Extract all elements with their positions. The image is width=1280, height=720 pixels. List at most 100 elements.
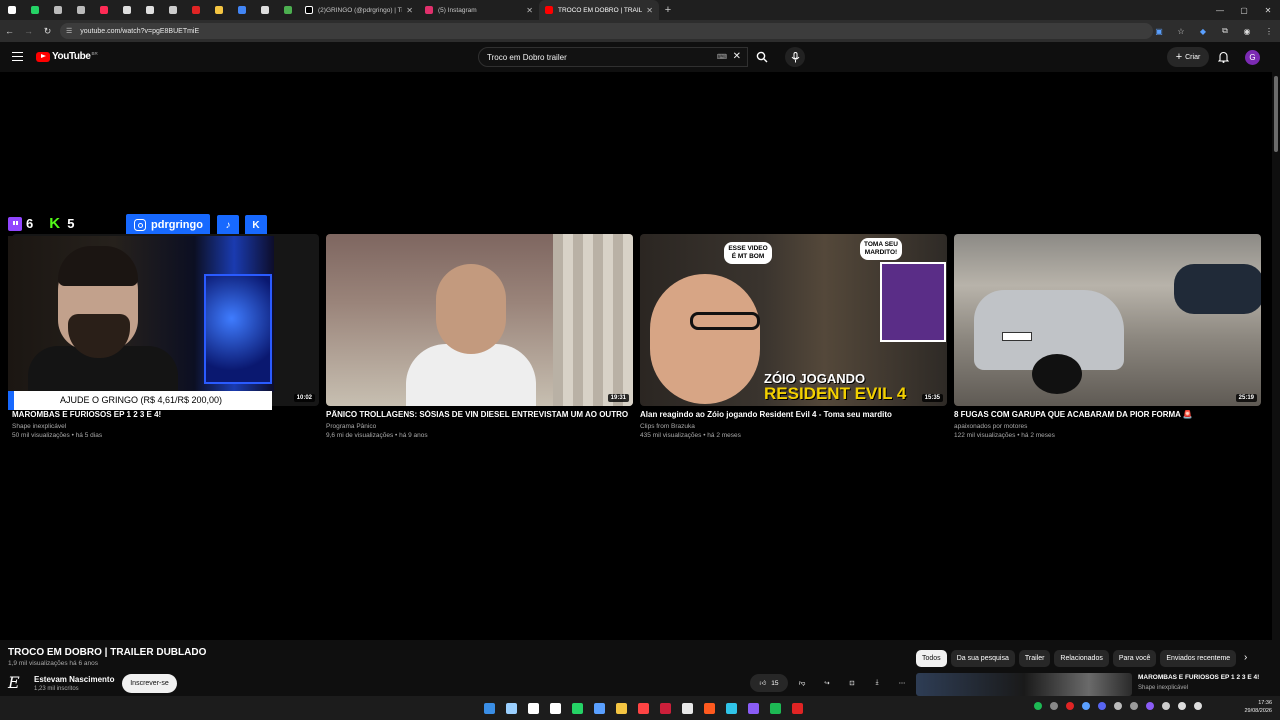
close-icon[interactable]: ✕ xyxy=(406,6,413,15)
download-button[interactable]: ⤓ xyxy=(866,674,888,692)
tab-tiktok[interactable]: (2)GRINGO (@pdrgringo) | TikTok ✕ xyxy=(299,0,419,20)
pinned-tab[interactable] xyxy=(184,0,207,20)
up-next-title[interactable]: MAROMBAS E FURIOSOS EP 1 2 3 E 4! xyxy=(1138,674,1259,681)
tray-icon[interactable] xyxy=(1098,702,1106,710)
notifications-button[interactable] xyxy=(1216,50,1230,64)
video-card[interactable]: 25:19 8 FUGAS COM GARUPA QUE ACABARAM DA… xyxy=(954,234,1261,440)
keyboard-icon[interactable]: ⌨ xyxy=(717,53,727,61)
filter-chip[interactable]: Enviados recenteme xyxy=(1160,650,1237,667)
close-icon[interactable]: ✕ xyxy=(646,6,653,15)
channel-name[interactable]: Clips from Brazuka xyxy=(640,422,947,431)
taskbar-app-icon[interactable] xyxy=(654,699,676,717)
taskbar-app-icon[interactable] xyxy=(544,699,566,717)
taskbar-app-icon[interactable] xyxy=(588,699,610,717)
video-title[interactable]: 8 FUGAS COM GARUPA QUE ACABARAM DA PIOR … xyxy=(954,410,1261,419)
tray-icon[interactable] xyxy=(1130,702,1138,710)
subscribe-button[interactable]: Inscrever-se xyxy=(122,674,177,693)
taskbar-app-icon[interactable] xyxy=(632,699,654,717)
menu-kebab-icon[interactable]: ⋮ xyxy=(1258,27,1280,36)
taskbar-clock[interactable]: 17:36 29/08/2026 xyxy=(1244,699,1272,715)
clear-search-icon[interactable]: ✕ xyxy=(733,51,741,62)
video-title[interactable]: PÂNICO TROLLAGENS: SÓSIAS DE VIN DIESEL … xyxy=(326,410,633,419)
pinned-tab[interactable] xyxy=(138,0,161,20)
reload-icon[interactable]: ↻ xyxy=(38,26,57,37)
up-next-channel[interactable]: Shape inexplicável xyxy=(1138,685,1188,691)
forward-icon[interactable]: → xyxy=(19,26,38,36)
tab-youtube[interactable]: TROCO EM DOBRO | TRAILER DUBLADO - YouTu… xyxy=(539,0,659,20)
youtube-logo[interactable]: YouTube BR xyxy=(36,51,98,62)
channel-name[interactable]: Shape inexplicável xyxy=(12,422,319,431)
address-bar[interactable]: ☰ youtube.com/watch?v=pgE8BUETmiE xyxy=(60,23,1153,39)
channel-name[interactable]: Programa Pânico xyxy=(326,422,633,431)
save-button[interactable]: ⊡ xyxy=(841,674,863,692)
translate-icon[interactable]: ▣ xyxy=(1148,27,1170,36)
tray-icon[interactable] xyxy=(1162,702,1170,710)
video-thumbnail[interactable]: 19:31 xyxy=(326,234,633,406)
video-title[interactable]: Alan reagindo ao Zóio jogando Resident E… xyxy=(640,410,947,419)
pinned-tab[interactable] xyxy=(23,0,46,20)
filter-chip[interactable]: Relacionados xyxy=(1054,650,1109,667)
extension-icon[interactable]: ◆ xyxy=(1192,27,1214,36)
bookmark-star-icon[interactable]: ☆ xyxy=(1170,27,1192,36)
close-icon[interactable]: ✕ xyxy=(526,6,533,15)
channel-name[interactable]: apaixonados por motores xyxy=(954,422,1261,431)
up-next-thumbnail[interactable] xyxy=(916,673,1132,696)
search-input[interactable]: Troco em Dobro trailer ⌨ ✕ xyxy=(478,47,748,67)
back-icon[interactable]: ← xyxy=(0,26,19,36)
taskbar-app-icon[interactable] xyxy=(610,699,632,717)
volume-icon[interactable] xyxy=(1194,702,1202,710)
tab-instagram[interactable]: (5) Instagram ✕ xyxy=(419,0,539,20)
search-button[interactable] xyxy=(748,47,776,67)
pinned-tab[interactable] xyxy=(207,0,230,20)
hamburger-menu-icon[interactable] xyxy=(12,52,23,61)
channel-avatar[interactable]: E xyxy=(8,674,26,692)
chevron-right-icon[interactable]: › xyxy=(1244,652,1247,663)
taskbar-app-icon[interactable] xyxy=(764,699,786,717)
pinned-tab[interactable] xyxy=(115,0,138,20)
more-actions-button[interactable]: ⋯ xyxy=(891,674,913,692)
video-thumbnail[interactable]: ESSE VIDEO É MT BOM TOMA SEU MARDITO! ZÓ… xyxy=(640,234,947,406)
pinned-tab[interactable] xyxy=(276,0,299,20)
tray-icon[interactable] xyxy=(1146,702,1154,710)
taskbar-app-icon[interactable] xyxy=(522,699,544,717)
voice-search-button[interactable] xyxy=(785,47,805,67)
pinned-tab[interactable] xyxy=(253,0,276,20)
taskbar-app-icon[interactable] xyxy=(698,699,720,717)
new-tab-button[interactable]: + xyxy=(659,4,677,16)
create-button[interactable]: + Criar xyxy=(1167,47,1209,67)
taskbar-app-icon[interactable] xyxy=(786,699,808,717)
like-button[interactable]: 👍︎ 15 xyxy=(750,674,788,692)
site-info-icon[interactable]: ☰ xyxy=(66,27,72,35)
video-title[interactable]: MAROMBAS E FURIOSOS EP 1 2 3 E 4! xyxy=(12,410,319,419)
pinned-tab[interactable] xyxy=(230,0,253,20)
tray-icon[interactable] xyxy=(1066,702,1074,710)
pinned-tab[interactable] xyxy=(161,0,184,20)
filter-chip[interactable]: Trailer xyxy=(1018,650,1051,667)
filter-chip[interactable]: Da sua pesquisa xyxy=(950,650,1015,667)
scrollbar-thumb[interactable] xyxy=(1274,76,1278,152)
page-scrollbar[interactable] xyxy=(1272,72,1280,696)
profile-icon[interactable]: ◉ xyxy=(1236,27,1258,36)
tray-icon[interactable] xyxy=(1082,702,1090,710)
tray-icon[interactable] xyxy=(1034,702,1042,710)
minimize-icon[interactable]: — xyxy=(1208,0,1232,20)
pinned-tab[interactable] xyxy=(69,0,92,20)
pinned-tab[interactable] xyxy=(92,0,115,20)
tray-icon[interactable] xyxy=(1114,702,1122,710)
extensions-puzzle-icon[interactable]: ⧉ xyxy=(1214,26,1236,36)
taskbar-app-icon[interactable] xyxy=(676,699,698,717)
taskbar-app-icon[interactable] xyxy=(742,699,764,717)
channel-name[interactable]: Estevam Nascimento xyxy=(34,675,114,684)
taskbar-app-icon[interactable] xyxy=(478,699,500,717)
video-card[interactable]: 19:31 PÂNICO TROLLAGENS: SÓSIAS DE VIN D… xyxy=(326,234,633,440)
pinned-tab[interactable] xyxy=(46,0,69,20)
tray-icon[interactable] xyxy=(1050,702,1058,710)
dislike-button[interactable]: 👎︎ xyxy=(791,674,813,692)
filter-chip[interactable]: Todos xyxy=(916,650,947,667)
video-card[interactable]: ESSE VIDEO É MT BOM TOMA SEU MARDITO! ZÓ… xyxy=(640,234,947,440)
taskbar-app-icon[interactable] xyxy=(720,699,742,717)
account-avatar[interactable]: G xyxy=(1245,50,1260,65)
taskbar-app-icon[interactable] xyxy=(500,699,522,717)
taskbar-app-icon[interactable] xyxy=(566,699,588,717)
pinned-tab[interactable] xyxy=(0,0,23,20)
